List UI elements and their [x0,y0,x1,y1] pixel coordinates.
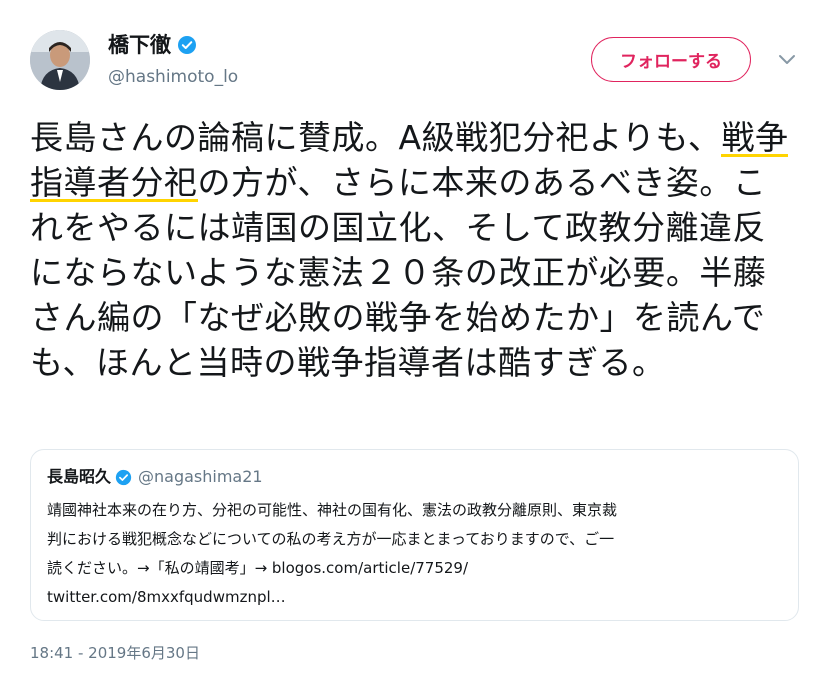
quoted-tweet-text: 靖國神社本来の在り方、分祀の可能性、神社の国有化、憲法の政教分離原則、東京裁 判… [47,496,782,612]
quoted-author-name: 長島昭久 [47,467,112,486]
follow-button[interactable]: フォローする [591,37,751,82]
quoted-text-line: 判における戦犯概念などについての私の考え方が一応まとまっておりますので、ご一 [47,530,615,548]
author-name-row: 橋下徹 [108,32,197,58]
avatar[interactable] [30,30,90,90]
profile-photo-icon [30,30,90,90]
tweet-text-part: 長島さんの論稿に賛成。A級戦犯分祀よりも、 [30,118,722,157]
tweet-timestamp[interactable]: 18:41 - 2019年6月30日 [30,643,200,663]
tweet-text: 長島さんの論稿に賛成。A級戦犯分祀よりも、戦争指導者分祀の方が、さらに本来のある… [30,115,790,385]
quoted-text-line: twitter.com/8mxxfqudwmznpl… [47,588,286,606]
quoted-tweet-header: 長島昭久 @nagashima21 [47,466,782,488]
author-handle[interactable]: @hashimoto_lo [108,66,238,88]
author-display-name[interactable]: 橋下徹 [108,32,171,58]
quoted-author-handle: @nagashima21 [138,467,263,486]
chevron-down-icon[interactable] [778,52,796,66]
quoted-text-line: 読ください。→「私の靖國考」→ blogos.com/article/77529… [47,559,469,577]
verified-badge-icon [115,469,132,486]
verified-badge-icon [177,35,197,55]
quoted-tweet-card[interactable]: 長島昭久 @nagashima21 靖國神社本来の在り方、分祀の可能性、神社の国… [30,449,799,621]
quoted-text-line: 靖國神社本来の在り方、分祀の可能性、神社の国有化、憲法の政教分離原則、東京裁 [47,501,618,519]
